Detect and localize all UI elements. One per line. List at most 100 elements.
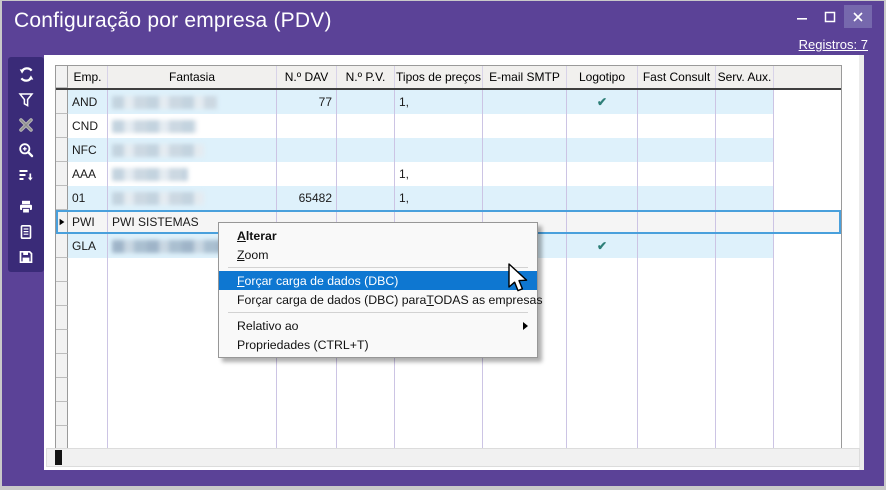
- cell-email[interactable]: [483, 114, 567, 138]
- table-row-aaa[interactable]: AAA 1,: [56, 162, 841, 186]
- column-header-pv[interactable]: N.º P.V.: [337, 66, 395, 88]
- empty-cell: [638, 402, 716, 426]
- cell-serv[interactable]: [716, 234, 774, 258]
- cell-logotipo[interactable]: [567, 186, 638, 210]
- cell-fantasia[interactable]: [108, 138, 277, 162]
- cell-dav[interactable]: [277, 114, 337, 138]
- cell-email[interactable]: [483, 90, 567, 114]
- zoom-button[interactable]: [13, 137, 39, 162]
- cell-logotipo[interactable]: [567, 138, 638, 162]
- menu-item-alterar[interactable]: Alterar: [219, 226, 537, 245]
- close-button[interactable]: [844, 5, 872, 28]
- cell-emp[interactable]: AND: [68, 90, 108, 114]
- empty-cell: [68, 378, 108, 402]
- cell-emp[interactable]: GLA: [68, 234, 108, 258]
- filter-button[interactable]: [13, 87, 39, 112]
- empty-cell: [567, 426, 638, 449]
- column-header-email[interactable]: E-mail SMTP: [483, 66, 567, 88]
- cell-fast[interactable]: [638, 210, 716, 234]
- menu-item-propriedades-ctrl-t[interactable]: Propriedades (CTRL+T): [219, 335, 537, 354]
- context-menu: AlterarZoom Forçar carga de dados (DBC)Fo…: [218, 222, 538, 358]
- cell-fast[interactable]: [638, 234, 716, 258]
- cell-email[interactable]: [483, 162, 567, 186]
- cell-emp[interactable]: NFC: [68, 138, 108, 162]
- cell-emp[interactable]: 01: [68, 186, 108, 210]
- cell-emp[interactable]: PWI: [68, 210, 108, 234]
- maximize-button[interactable]: [816, 5, 844, 28]
- cell-email[interactable]: [483, 186, 567, 210]
- cell-fast[interactable]: [638, 138, 716, 162]
- save-button[interactable]: [13, 244, 39, 269]
- cell-dav[interactable]: [277, 138, 337, 162]
- cell-logotipo[interactable]: [567, 114, 638, 138]
- cell-serv[interactable]: [716, 90, 774, 114]
- column-header-dav[interactable]: N.º DAV: [277, 66, 337, 88]
- empty-cell: [68, 402, 108, 426]
- column-header-logotipo[interactable]: Logotipo: [567, 66, 638, 88]
- empty-cell: [337, 426, 395, 449]
- cell-tipos[interactable]: 1,: [395, 186, 483, 210]
- cell-logotipo[interactable]: ✔: [567, 234, 638, 258]
- cell-pv[interactable]: [337, 186, 395, 210]
- cell-serv[interactable]: [716, 114, 774, 138]
- row-gutter-cell[interactable]: [56, 234, 68, 258]
- cell-tipos[interactable]: 1,: [395, 90, 483, 114]
- cell-fast[interactable]: [638, 186, 716, 210]
- row-gutter-cell[interactable]: [56, 162, 68, 186]
- table-row-01[interactable]: 01 65482 1,: [56, 186, 841, 210]
- table-row-and[interactable]: AND 77 1, ✔: [56, 90, 841, 114]
- table-row-nfc[interactable]: NFC: [56, 138, 841, 162]
- print-button[interactable]: [13, 194, 39, 219]
- cell-logotipo[interactable]: ✔: [567, 90, 638, 114]
- column-header-fast[interactable]: Fast Consult: [638, 66, 716, 88]
- cell-serv[interactable]: [716, 186, 774, 210]
- cell-tipos[interactable]: 1,: [395, 162, 483, 186]
- cell-serv[interactable]: [716, 162, 774, 186]
- report-button[interactable]: [13, 219, 39, 244]
- cell-tipos[interactable]: [395, 138, 483, 162]
- cell-logotipo[interactable]: [567, 210, 638, 234]
- cell-fantasia[interactable]: [108, 186, 277, 210]
- cell-pv[interactable]: [337, 138, 395, 162]
- column-header-serv[interactable]: Serv. Aux.: [716, 66, 774, 88]
- cell-fantasia[interactable]: [108, 90, 277, 114]
- horizontal-scrollbar-thumb[interactable]: [55, 450, 62, 465]
- cancel-button[interactable]: [13, 112, 39, 137]
- cell-fantasia[interactable]: [108, 114, 277, 138]
- minimize-button[interactable]: [788, 5, 816, 28]
- cell-pv[interactable]: [337, 114, 395, 138]
- cell-serv[interactable]: [716, 138, 774, 162]
- column-header-fantasia[interactable]: Fantasia: [108, 66, 277, 88]
- cell-pv[interactable]: [337, 162, 395, 186]
- row-gutter-cell[interactable]: [56, 186, 68, 210]
- cell-fantasia[interactable]: [108, 162, 277, 186]
- cell-emp[interactable]: CND: [68, 114, 108, 138]
- cell-fast[interactable]: [638, 90, 716, 114]
- registros-link[interactable]: Registros: 7: [799, 37, 868, 52]
- menu-item-relativo-ao[interactable]: Relativo ao: [219, 316, 537, 335]
- menu-item-forcar-carga-de-dados-dbc[interactable]: Forçar carga de dados (DBC): [219, 271, 537, 290]
- menu-item-zoom[interactable]: Zoom: [219, 245, 537, 264]
- cell-pv[interactable]: [337, 90, 395, 114]
- row-gutter-cell[interactable]: [56, 138, 68, 162]
- table-row-cnd[interactable]: CND: [56, 114, 841, 138]
- menu-item-forcar-carga-de-dados-dbc-para-todas-as-empresas[interactable]: Forçar carga de dados (DBC) para TODAS a…: [219, 290, 537, 309]
- row-gutter-cell[interactable]: [56, 90, 68, 114]
- cell-serv[interactable]: [716, 210, 774, 234]
- column-header-emp[interactable]: Emp.: [68, 66, 108, 88]
- refresh-button[interactable]: [13, 62, 39, 87]
- cell-email[interactable]: [483, 138, 567, 162]
- cell-tipos[interactable]: [395, 114, 483, 138]
- cell-dav[interactable]: [277, 162, 337, 186]
- cell-dav[interactable]: 65482: [277, 186, 337, 210]
- column-header-tipos[interactable]: Tipos de preços: [395, 66, 483, 88]
- cell-dav[interactable]: 77: [277, 90, 337, 114]
- cell-fast[interactable]: [638, 162, 716, 186]
- horizontal-scrollbar[interactable]: [46, 448, 860, 467]
- sort-button[interactable]: [13, 162, 39, 187]
- cell-emp[interactable]: AAA: [68, 162, 108, 186]
- cell-fast[interactable]: [638, 114, 716, 138]
- row-gutter-cell[interactable]: [56, 210, 68, 234]
- cell-logotipo[interactable]: [567, 162, 638, 186]
- row-gutter-cell[interactable]: [56, 114, 68, 138]
